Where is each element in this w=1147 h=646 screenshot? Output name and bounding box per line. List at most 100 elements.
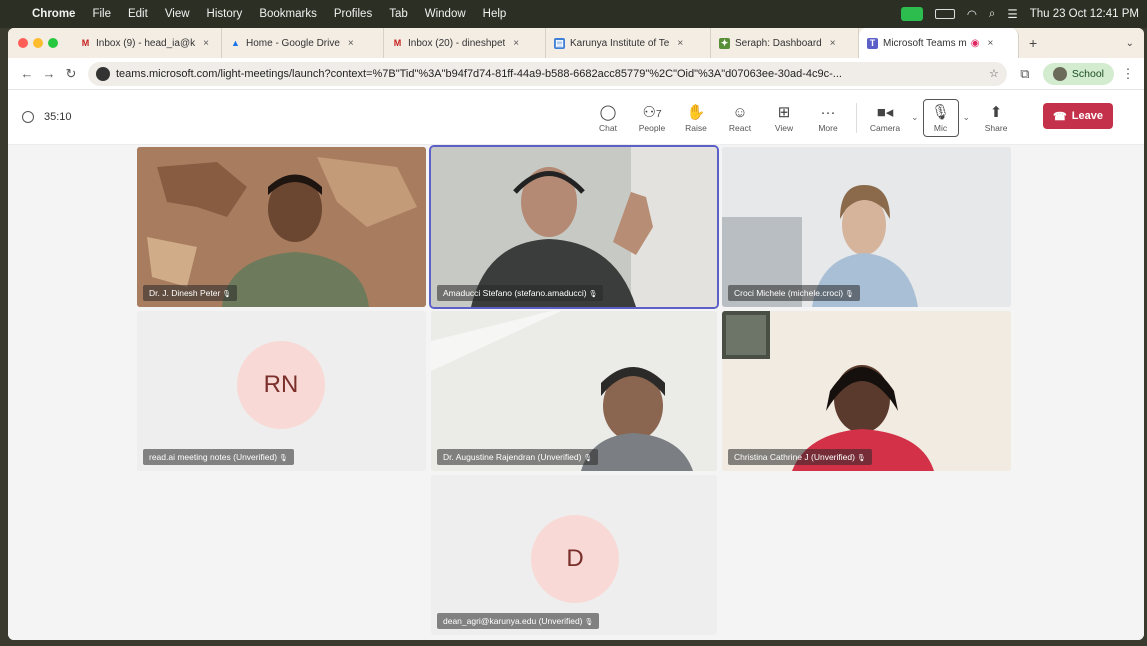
recording-icon: ◉ [970,37,980,49]
more-button[interactable]: ··· More [806,103,850,133]
participant-tile[interactable]: Dr. J. Dinesh Peter 🎙 [137,147,426,307]
browser-tab[interactable]: ▲ Home - Google Drive × [222,28,384,58]
participant-tile-active-speaker[interactable]: Amaducci Stefano (stefano.amaducci) 🎙 [429,145,719,309]
profile-chip[interactable]: School [1042,62,1114,85]
back-button[interactable]: ← [16,66,38,81]
url-text[interactable]: teams.microsoft.com/light-meetings/launc… [116,68,981,80]
share-screen-icon: ⬆ [989,103,1003,121]
raise-label: Raise [685,122,707,133]
menu-file[interactable]: File [92,8,111,20]
meeting-info-icon[interactable] [22,111,34,123]
mic-status-icon: 🎙 [581,455,593,462]
browser-tab-active[interactable]: T Microsoft Teams m ◉ × [859,28,1019,58]
react-button[interactable]: ☺ React [718,103,762,133]
participant-avatar: RN [237,341,325,429]
site-info-icon[interactable] [96,66,110,81]
menu-bookmarks[interactable]: Bookmarks [259,8,317,20]
mic-status-icon: 🎙 [220,291,232,298]
bookmark-star-icon[interactable]: ☆ [989,67,999,80]
close-tab-icon[interactable]: × [513,38,519,49]
raise-hand-icon: ✋ [686,103,706,121]
reload-button[interactable]: ↻ [60,66,82,82]
menu-chrome[interactable]: Chrome [32,8,75,20]
menu-edit[interactable]: Edit [128,8,148,20]
close-tab-icon[interactable]: × [830,38,836,49]
participant-name: Croci Michele (michele.croci) 🎙 [728,285,860,301]
gmail-icon: M [81,37,90,48]
camera-icon: ■◂ [876,103,894,121]
participant-name: Dr. Augustine Rajendran (Unverified) 🎙 [437,449,599,465]
drive-icon: ▲ [231,37,240,48]
browser-tab[interactable]: M Inbox (20) - dineshpet × [384,28,546,58]
wifi-icon[interactable]: ◠ [967,7,977,21]
minimize-window-button[interactable] [33,38,43,48]
menu-help[interactable]: Help [483,8,507,20]
participant-tile[interactable]: Dr. Augustine Rajendran (Unverified) 🎙 [431,311,717,471]
participant-video [431,147,717,307]
control-center-icon[interactable]: ☰ [1007,7,1017,21]
view-button[interactable]: ⊞ View [762,103,806,133]
extensions-icon[interactable]: ⧉ [1013,66,1037,82]
menu-history[interactable]: History [207,8,243,20]
browser-tab[interactable]: ✦ Seraph: Dashboard × [711,28,859,58]
mic-button[interactable]: 🎙 Mic [922,98,959,137]
raise-hand-button[interactable]: ✋ Raise [674,103,718,133]
tab-title: Karunya Institute of Te [570,37,670,49]
menu-view[interactable]: View [165,8,190,20]
view-label: View [774,122,794,133]
tab-title: Inbox (9) - head_ia@k [96,37,196,49]
close-tab-icon[interactable]: × [348,38,354,49]
mic-label: Mic [933,122,948,133]
menu-tab[interactable]: Tab [389,8,408,20]
react-smiley-icon: ☺ [732,103,748,121]
participant-tile[interactable]: RN read.ai meeting notes (Unverified) 🎙 [137,311,426,471]
browser-tab[interactable]: M Inbox (9) - head_ia@k × [72,28,222,58]
new-tab-button[interactable]: + [1019,35,1047,51]
elapsed-time: 35:10 [44,111,72,123]
window-controls [18,38,58,48]
close-tab-icon[interactable]: × [987,38,993,49]
share-button[interactable]: ⬆ Share [974,103,1018,133]
macos-menu-bar: Chrome File Edit View History Bookmarks … [0,0,1147,28]
screen-share-indicator-icon[interactable] [900,7,923,21]
browser-tab[interactable]: ▤ Karunya Institute of Te × [546,28,711,58]
chat-icon: ◯ [599,103,617,121]
forward-button[interactable]: → [38,66,60,81]
spotlight-search-icon[interactable]: ⌕ [989,8,995,21]
zoom-window-button[interactable] [48,38,58,48]
tab-title: Home - Google Drive [246,37,340,49]
close-tab-icon[interactable]: × [203,38,209,49]
participant-tile[interactable]: Christina Cathrine J (Unverified) 🎙 [722,311,1011,471]
participant-video [722,147,1011,307]
participant-tile[interactable]: D dean_agri@karunya.edu (Unverified) 🎙 [431,475,717,635]
leave-button[interactable]: ☎ Leave [1043,103,1113,129]
participant-name: read.ai meeting notes (Unverified) 🎙 [143,449,294,465]
menu-bar-clock[interactable]: Thu 23 Oct 12:41 PM [1030,8,1139,20]
seraph-icon: ✦ [719,37,730,49]
participant-name: Amaducci Stefano (stefano.amaducci) 🎙 [437,285,604,301]
close-window-button[interactable] [18,38,28,48]
toolbar-divider [856,102,857,133]
menu-profiles[interactable]: Profiles [334,8,372,20]
participant-tile[interactable]: Croci Michele (michele.croci) 🎙 [722,147,1011,307]
camera-options-chevron-icon[interactable]: ⌄ [911,112,919,123]
meeting-controls: ◯ Chat ⚇7 People ✋ Raise ☺ React ⊞ View … [586,90,1018,145]
mic-options-chevron-icon[interactable]: ⌄ [963,112,971,123]
avatar-initials: RN [263,371,299,398]
people-label: People [638,122,666,133]
chat-button[interactable]: ◯ Chat [586,103,630,133]
people-button[interactable]: ⚇7 People [630,103,674,133]
battery-icon[interactable] [934,9,955,19]
mic-status-icon: 🎙 [586,291,598,298]
omnibox[interactable]: teams.microsoft.com/light-meetings/launc… [88,61,1007,86]
camera-label: Camera [869,122,901,133]
camera-button[interactable]: ■◂ Camera [863,103,907,133]
avatar-initials: D [566,545,584,572]
gmail-icon: M [393,37,402,48]
close-tab-icon[interactable]: × [677,38,683,49]
menu-window[interactable]: Window [425,8,466,20]
browser-menu-icon[interactable]: ⋮ [1120,66,1136,82]
tab-search-chevron-icon[interactable]: ⌄ [1126,38,1134,49]
profile-avatar [1052,66,1067,81]
leave-label: Leave [1071,110,1103,122]
